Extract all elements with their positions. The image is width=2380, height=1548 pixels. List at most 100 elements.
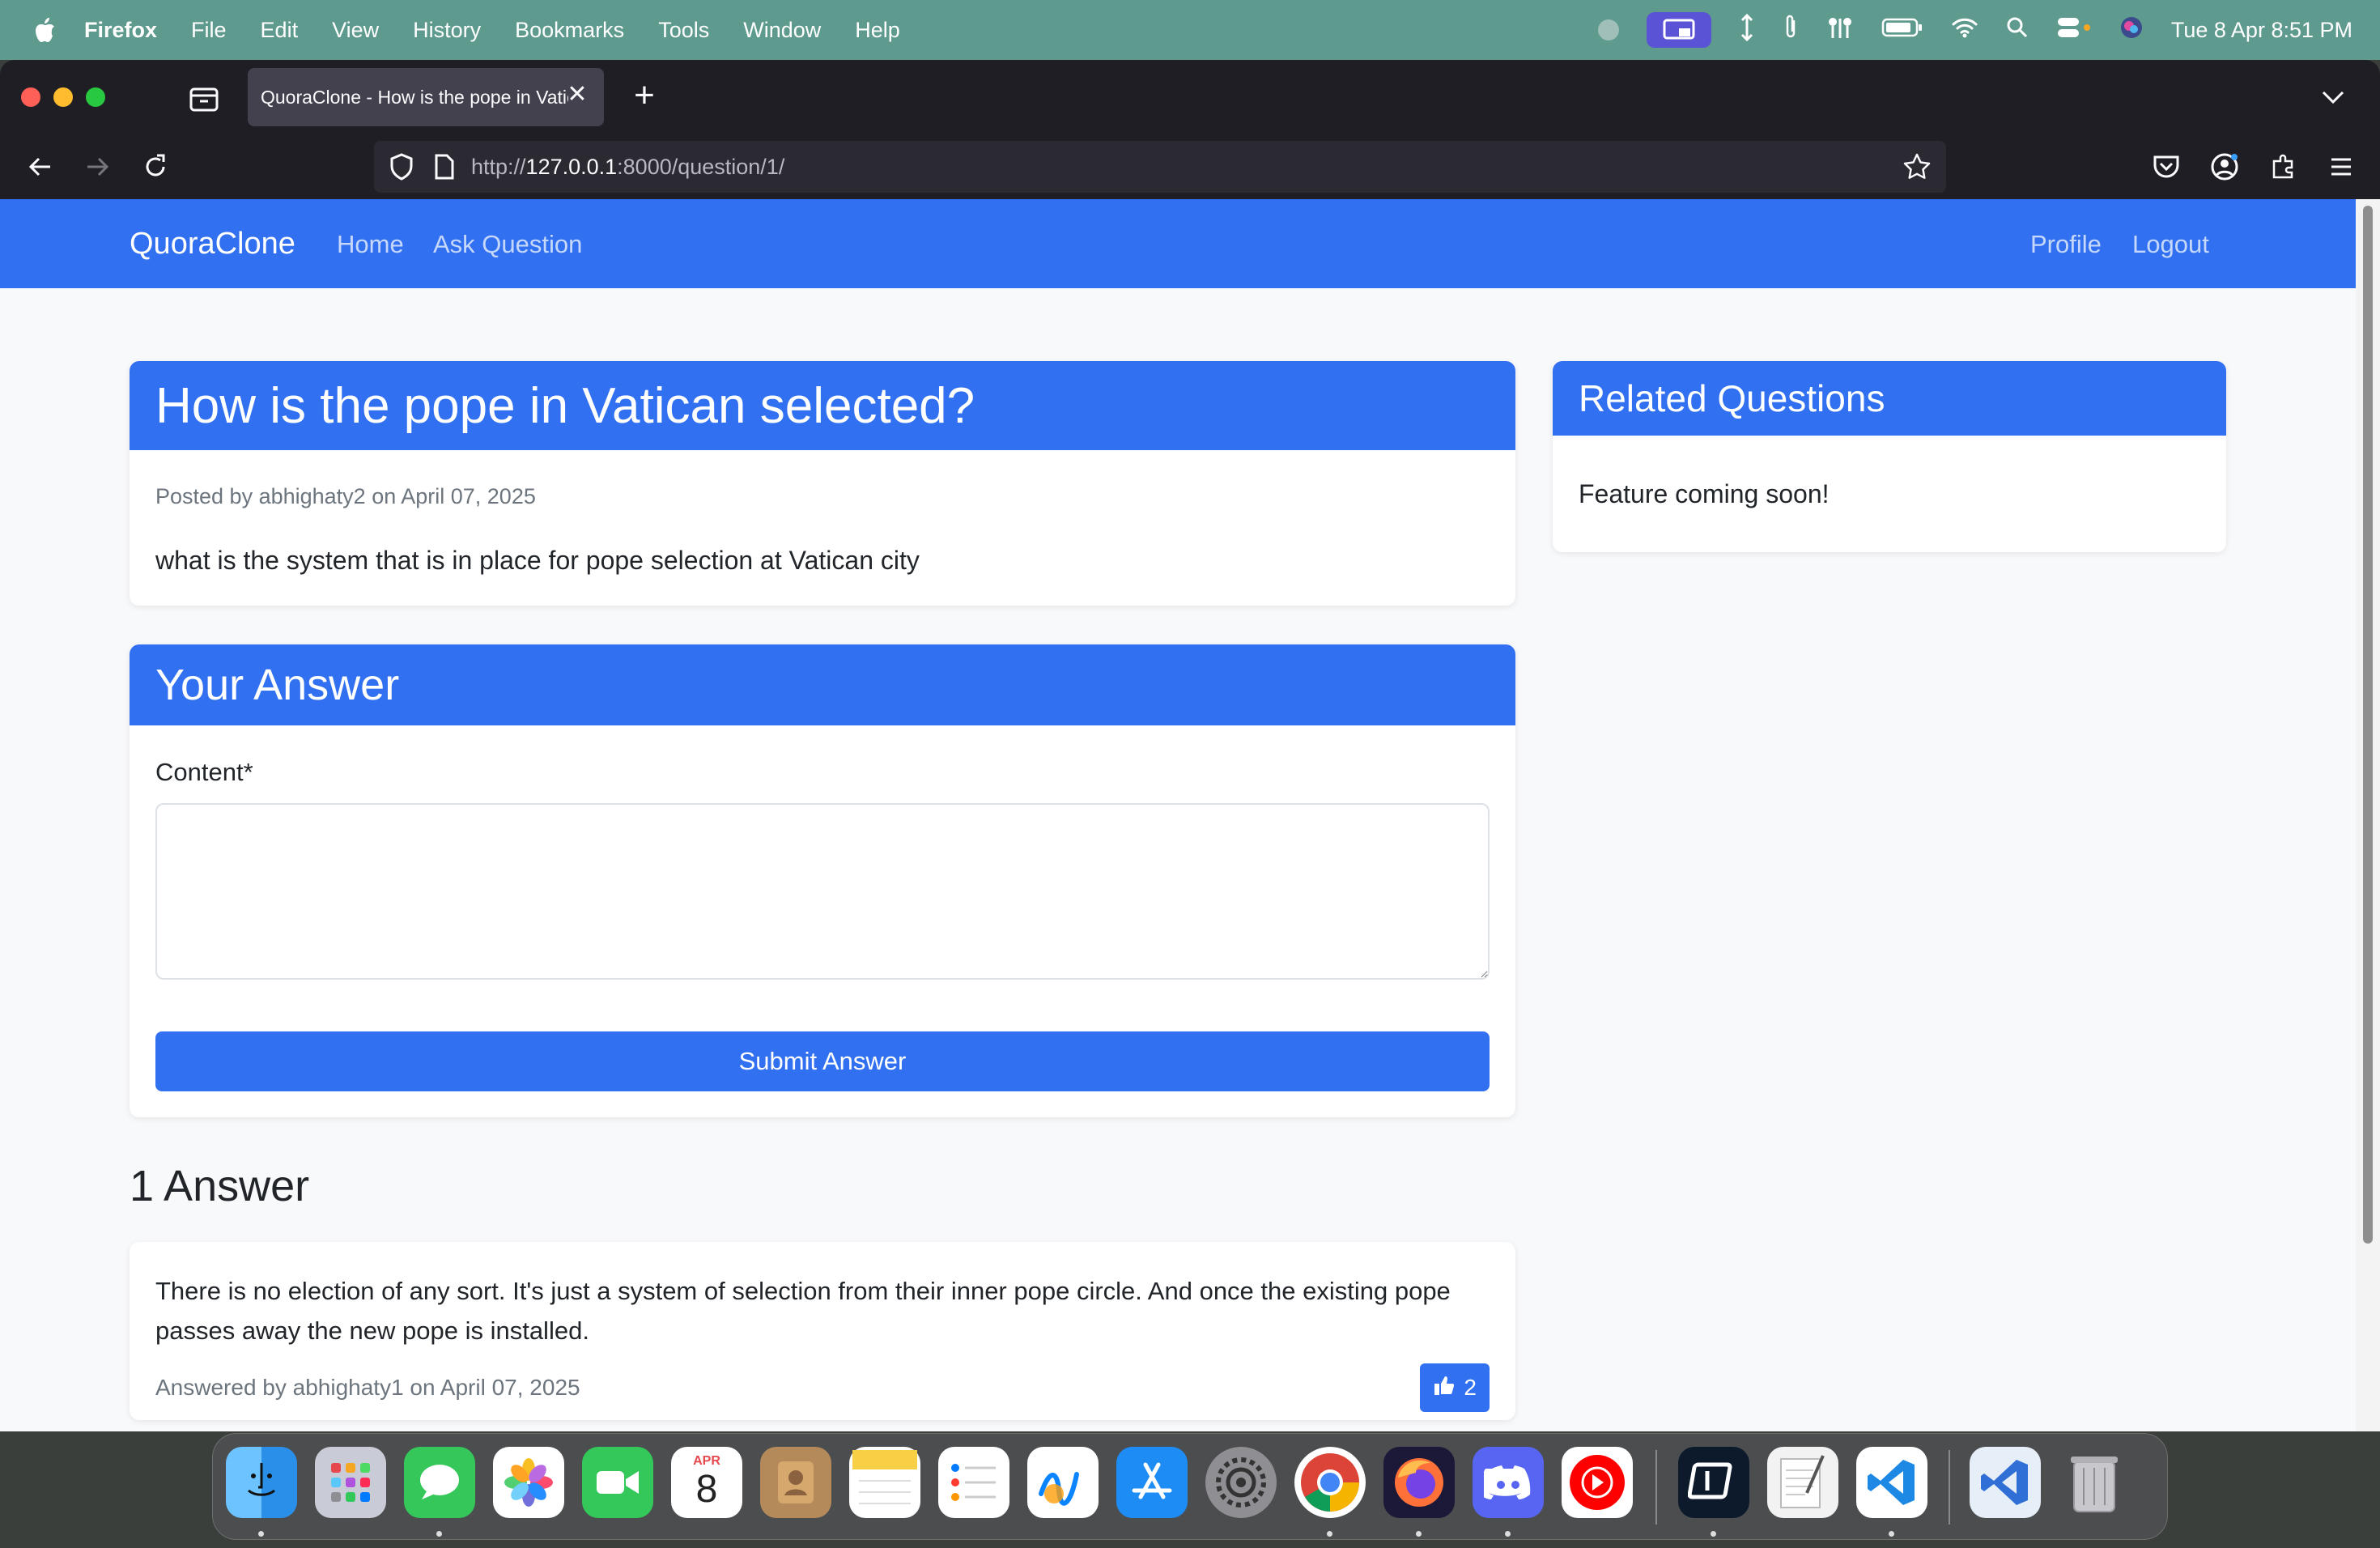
- shield-icon[interactable]: [387, 152, 416, 181]
- messages-icon[interactable]: [404, 1447, 475, 1518]
- siri-icon[interactable]: [2119, 15, 2144, 45]
- menu-help[interactable]: Help: [855, 18, 900, 43]
- pocket-icon[interactable]: [2150, 151, 2182, 183]
- dock: APR 8: [212, 1433, 2168, 1540]
- freeform-icon[interactable]: [1027, 1447, 1099, 1518]
- menu-history[interactable]: History: [413, 18, 481, 43]
- submit-answer-button[interactable]: Submit Answer: [155, 1031, 1490, 1091]
- youtube-music-icon[interactable]: [1562, 1447, 1633, 1518]
- menu-edit[interactable]: Edit: [261, 18, 299, 43]
- menu-app-name[interactable]: Firefox: [84, 18, 157, 43]
- contacts-icon[interactable]: [760, 1447, 831, 1518]
- calendar-day: 8: [695, 1468, 718, 1511]
- bookmark-star-icon[interactable]: [1902, 152, 1932, 181]
- url-path: :8000/question/1/: [617, 154, 785, 179]
- related-questions-text: Feature coming soon!: [1579, 479, 1830, 508]
- apple-icon[interactable]: [32, 16, 57, 44]
- reminders-icon[interactable]: [938, 1447, 1009, 1518]
- chrome-running-dot: [1327, 1531, 1332, 1537]
- textedit-icon[interactable]: [1767, 1447, 1838, 1518]
- related-questions-heading: Related Questions: [1553, 361, 2226, 436]
- network-tool-icon[interactable]: [1826, 15, 1854, 45]
- answer-card: There is no election of any sort. It's j…: [130, 1242, 1515, 1420]
- android-studio-icon[interactable]: [1678, 1447, 1749, 1518]
- close-window-button[interactable]: [21, 87, 40, 107]
- screen-share-icon[interactable]: [1646, 12, 1711, 48]
- vscode-running-dot: [1889, 1531, 1894, 1537]
- finder-icon[interactable]: [226, 1447, 297, 1518]
- nav-home-link[interactable]: Home: [337, 230, 404, 259]
- app-store-icon[interactable]: [1116, 1447, 1188, 1518]
- menu-file[interactable]: File: [191, 18, 227, 43]
- extensions-icon[interactable]: [2267, 151, 2299, 183]
- dock-separator: [1655, 1450, 1657, 1525]
- firefox-icon[interactable]: [1383, 1447, 1455, 1518]
- reload-icon[interactable]: [138, 149, 173, 185]
- zoom-window-button[interactable]: [86, 87, 105, 107]
- question-card: How is the pope in Vatican selected? Pos…: [130, 361, 1515, 606]
- recording-status-icon[interactable]: [1597, 19, 1619, 40]
- menu-hamburger-icon[interactable]: [2325, 151, 2357, 183]
- scrollbar-thumb[interactable]: [2363, 206, 2373, 1244]
- tab-bar: QuoraClone - How is the pope in Vatican …: [0, 60, 2380, 136]
- question-meta: Posted by abhighaty2 on April 07, 2025: [155, 484, 536, 508]
- url-host: 127.0.0.1: [525, 154, 618, 179]
- nav-profile-link[interactable]: Profile: [2030, 230, 2102, 259]
- photos-icon[interactable]: [493, 1447, 564, 1518]
- vscode-icon[interactable]: [1856, 1447, 1927, 1518]
- menu-bar: Firefox File Edit View History Bookmarks…: [0, 0, 2380, 60]
- firefox-running-dot: [1416, 1531, 1422, 1537]
- tab-active[interactable]: QuoraClone - How is the pope in Vatican …: [248, 68, 604, 126]
- minimize-window-button[interactable]: [53, 87, 73, 107]
- paperclip-icon[interactable]: [1783, 14, 1799, 47]
- nav-ask-question-link[interactable]: Ask Question: [433, 230, 582, 259]
- spotlight-search-icon[interactable]: [2006, 16, 2029, 45]
- thumbs-up-icon: [1433, 1374, 1456, 1402]
- trash-icon[interactable]: [2059, 1447, 2130, 1518]
- site-navbar: QuoraClone Home Ask Question Profile Log…: [0, 199, 2356, 288]
- facetime-icon[interactable]: [582, 1447, 653, 1518]
- back-arrow-icon[interactable]: [23, 149, 58, 185]
- wifi-icon[interactable]: [1951, 17, 1978, 44]
- menubar-clock[interactable]: Tue 8 Apr 8:51 PM: [2171, 18, 2352, 43]
- menu-window[interactable]: Window: [743, 18, 821, 43]
- battery-icon[interactable]: [1881, 17, 1923, 44]
- close-tab-icon[interactable]: ✕: [565, 83, 589, 107]
- page-scrollbar[interactable]: [2356, 199, 2380, 1431]
- related-questions-card: Related Questions Feature coming soon!: [1553, 361, 2226, 552]
- answer-content-textarea[interactable]: [155, 803, 1490, 980]
- launchpad-icon[interactable]: [315, 1447, 386, 1518]
- tab-title: QuoraClone - How is the pope in Vatican …: [261, 86, 568, 108]
- chevron-down-icon[interactable]: [2318, 83, 2348, 112]
- messages-running-dot: [436, 1531, 442, 1537]
- url-bar[interactable]: http://127.0.0.1:8000/question/1/: [374, 141, 1946, 193]
- menu-tools[interactable]: Tools: [658, 18, 709, 43]
- menu-bookmarks[interactable]: Bookmarks: [515, 18, 624, 43]
- url-scheme: http://: [471, 154, 526, 179]
- like-count: 2: [1464, 1375, 1477, 1400]
- navigation-toolbar: http://127.0.0.1:8000/question/1/: [0, 136, 2380, 199]
- account-icon[interactable]: [2208, 151, 2241, 183]
- system-settings-icon[interactable]: [1205, 1447, 1277, 1518]
- page-info-icon[interactable]: [432, 152, 457, 181]
- notes-icon[interactable]: [849, 1447, 920, 1518]
- vscode-insiders-icon[interactable]: [1970, 1447, 2041, 1518]
- answer-form-card: Your Answer Content* Submit Answer: [130, 644, 1515, 1117]
- chrome-icon[interactable]: [1294, 1447, 1366, 1518]
- url-text[interactable]: http://127.0.0.1:8000/question/1/: [471, 155, 784, 180]
- web-content: QuoraClone Home Ask Question Profile Log…: [0, 199, 2356, 1431]
- answer-text: There is no election of any sort. It's j…: [155, 1277, 1451, 1345]
- firefox-view-icon[interactable]: [188, 84, 220, 113]
- menu-view[interactable]: View: [332, 18, 379, 43]
- like-button[interactable]: 2: [1420, 1363, 1490, 1412]
- arrows-icon[interactable]: [1739, 13, 1755, 47]
- answer-meta: Answered by abhighaty1 on April 07, 2025: [155, 1375, 580, 1400]
- new-tab-button[interactable]: +: [627, 78, 662, 113]
- forward-arrow-icon[interactable]: [79, 149, 115, 185]
- nav-logout-link[interactable]: Logout: [2132, 230, 2209, 259]
- calendar-icon[interactable]: APR 8: [671, 1447, 742, 1518]
- question-title: How is the pope in Vatican selected?: [130, 361, 1515, 450]
- control-center-icon[interactable]: [2056, 16, 2092, 45]
- site-brand-link[interactable]: QuoraClone: [130, 227, 295, 262]
- discord-icon[interactable]: [1473, 1447, 1544, 1518]
